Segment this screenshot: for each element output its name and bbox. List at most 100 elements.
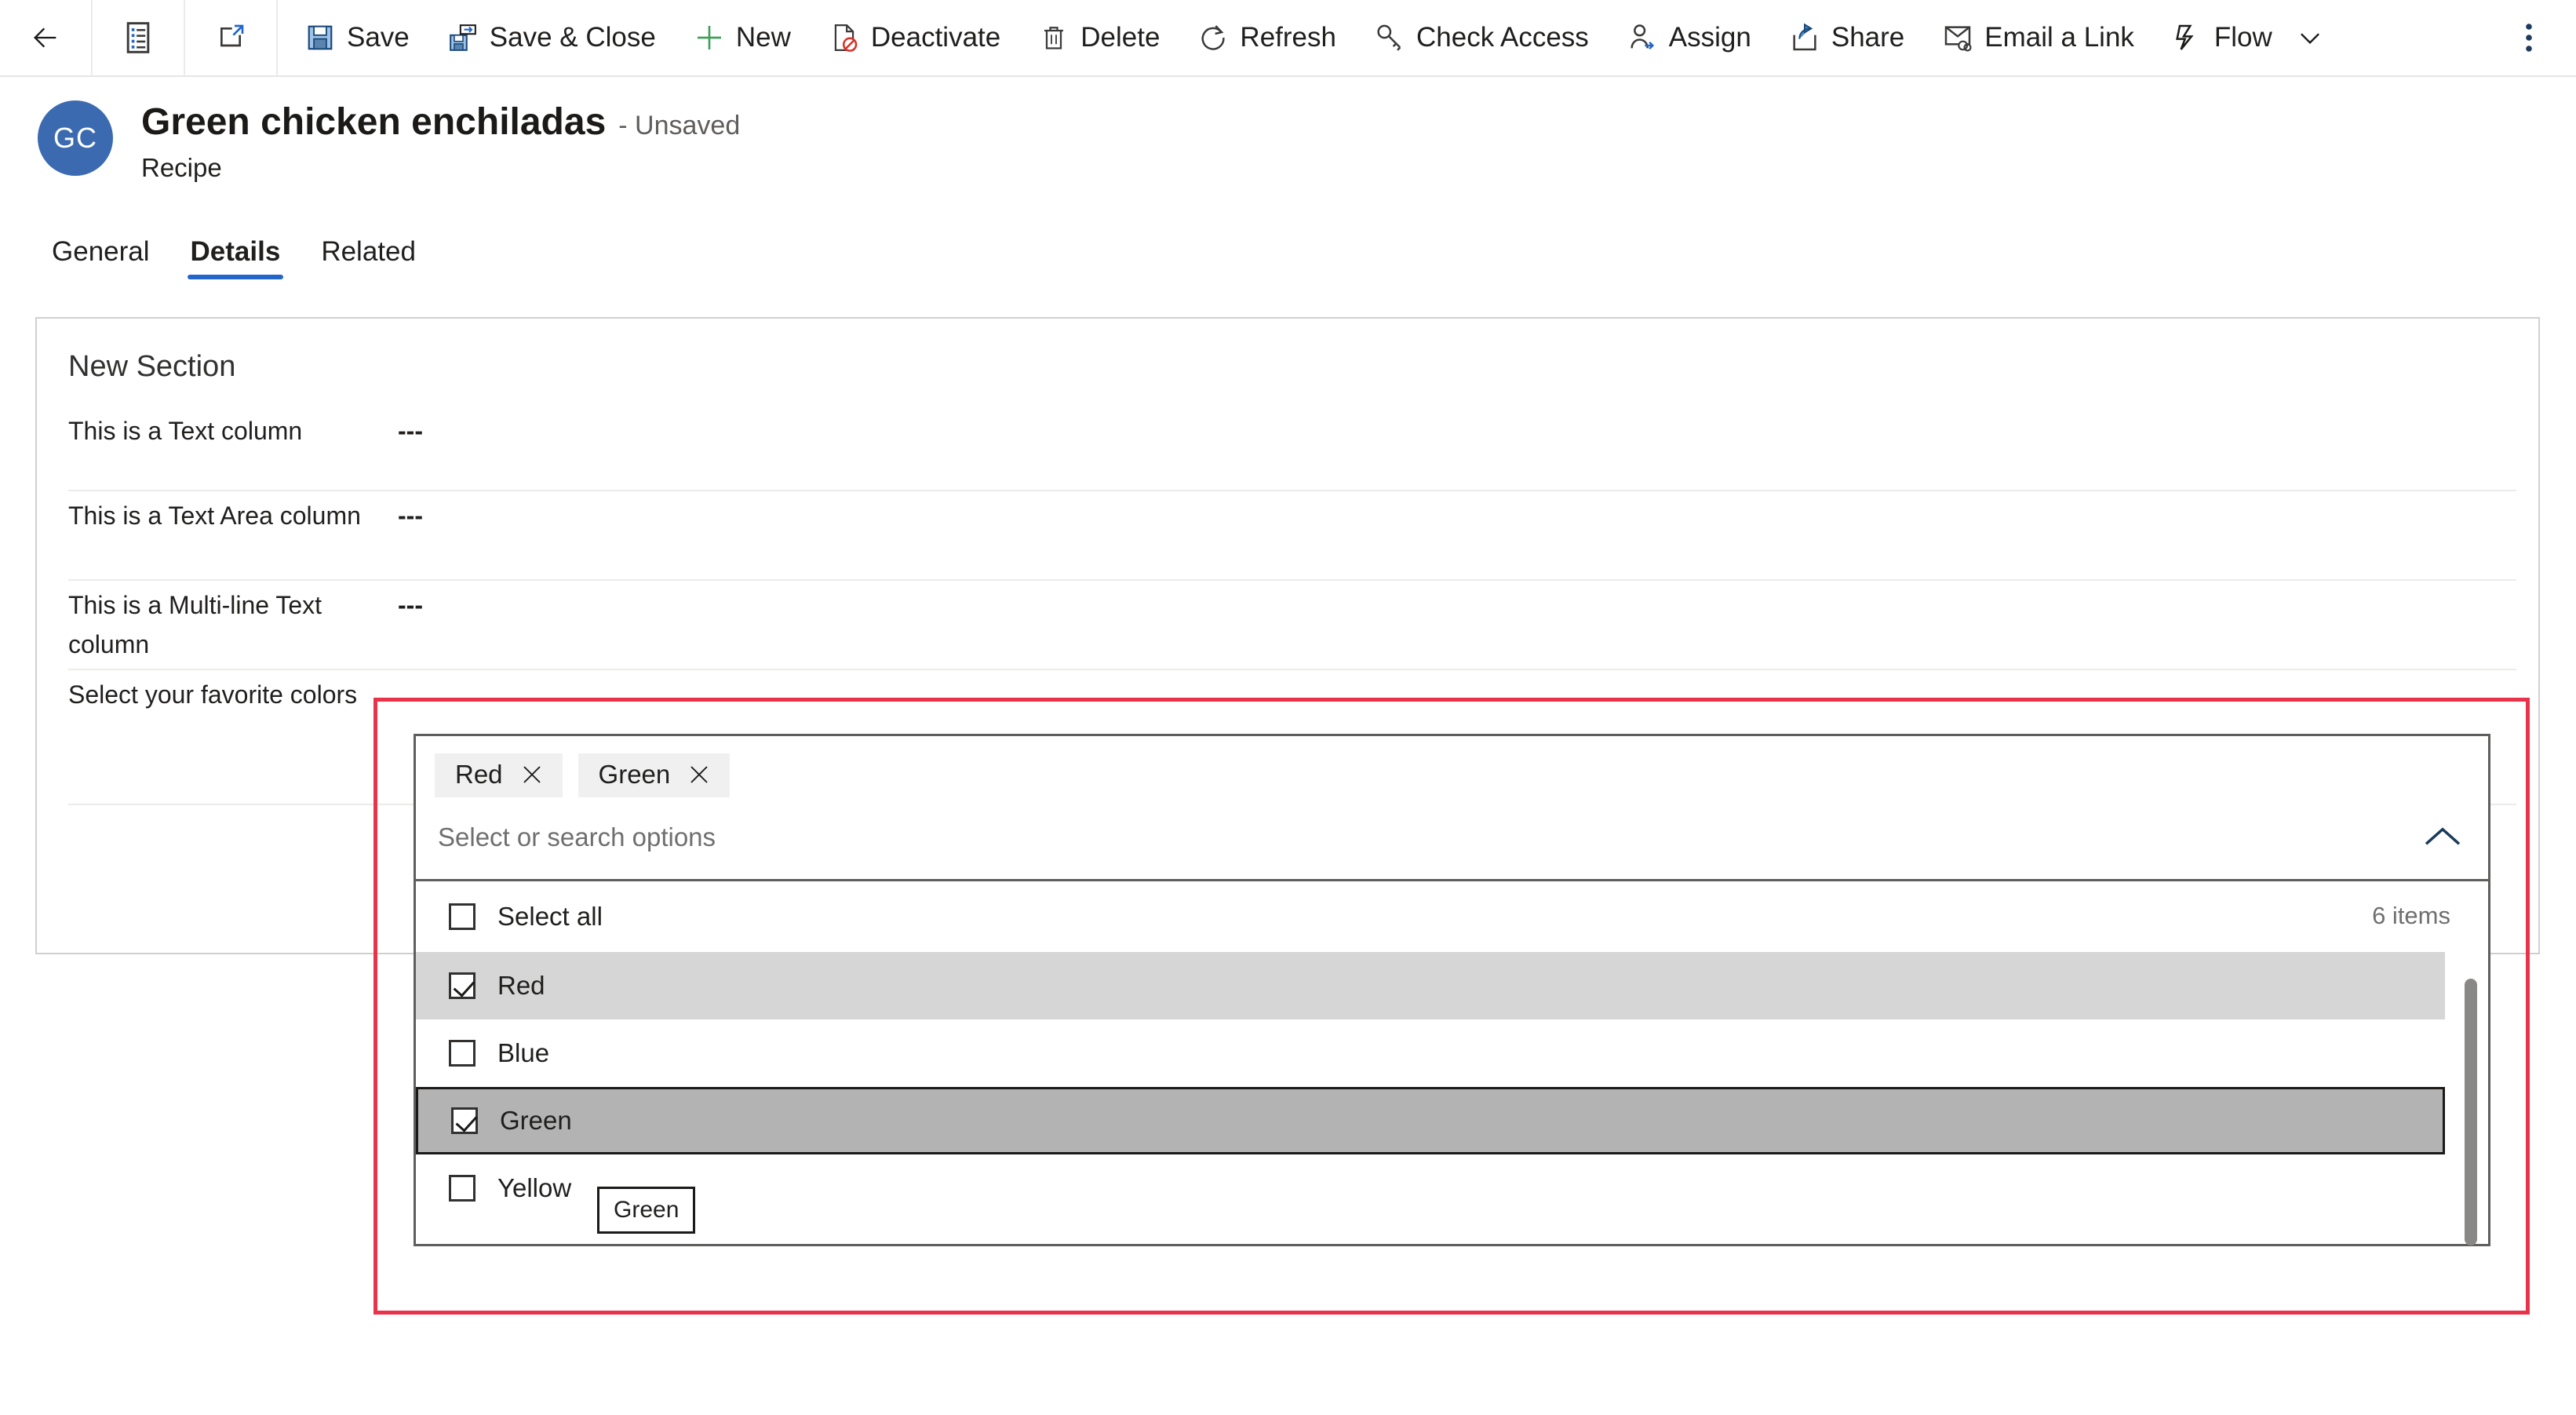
options-scrollbar-thumb[interactable] bbox=[2465, 979, 2477, 1245]
option-yellow[interactable]: Yellow bbox=[416, 1154, 2445, 1222]
checkbox-checked-icon[interactable] bbox=[449, 972, 475, 999]
back-group bbox=[0, 0, 93, 76]
selected-chips: Red Green bbox=[435, 753, 2469, 797]
refresh-icon bbox=[1197, 22, 1229, 53]
deactivate-icon bbox=[829, 22, 860, 53]
entity-name: Recipe bbox=[141, 153, 222, 182]
email-a-link-button[interactable]: Email a Link bbox=[1923, 0, 2153, 76]
refresh-button[interactable]: Refresh bbox=[1179, 0, 1355, 76]
assign-button[interactable]: Assign bbox=[1608, 0, 1770, 76]
chip-red-label: Red bbox=[455, 760, 503, 789]
field-label: This is a Text column bbox=[68, 417, 303, 445]
chip-red[interactable]: Red bbox=[435, 753, 563, 797]
close-icon[interactable] bbox=[687, 763, 711, 786]
chip-green-label: Green bbox=[598, 760, 671, 789]
option-select-all-label: Select all bbox=[497, 902, 603, 931]
field-value[interactable]: --- bbox=[398, 407, 423, 450]
search-input[interactable]: Select or search options bbox=[435, 797, 2469, 879]
plus-icon bbox=[694, 22, 725, 53]
section-title: New Section bbox=[68, 350, 236, 383]
close-icon[interactable] bbox=[520, 763, 544, 786]
option-row-red: Red bbox=[416, 952, 2445, 1019]
field-value[interactable]: --- bbox=[398, 581, 423, 625]
field-row: This is a Text column --- bbox=[68, 407, 2516, 491]
page-title: Green chicken enchiladas bbox=[141, 101, 607, 143]
field-label: Select your favorite colors bbox=[68, 680, 358, 709]
field-value[interactable]: --- bbox=[398, 491, 423, 535]
field-row: This is a Text Area column --- bbox=[68, 491, 2516, 581]
field-row: This is a Multi-line Text column --- bbox=[68, 581, 2516, 670]
save-label: Save bbox=[347, 22, 410, 53]
check-access-label: Check Access bbox=[1416, 22, 1589, 53]
record-header-text: Green chicken enchiladas - Unsaved Recip… bbox=[141, 100, 740, 183]
back-arrow-icon bbox=[30, 22, 61, 53]
delete-label: Delete bbox=[1080, 22, 1160, 53]
tab-details[interactable]: Details bbox=[170, 220, 301, 284]
option-red-label: Red bbox=[497, 971, 545, 1000]
multiselect-colors-control: Red Green Select or search options Selec… bbox=[414, 734, 2490, 1246]
delete-button[interactable]: Delete bbox=[1019, 0, 1179, 76]
new-button[interactable]: New bbox=[675, 0, 810, 76]
trash-icon bbox=[1038, 22, 1069, 53]
email-link-icon bbox=[1942, 22, 1973, 53]
save-and-close-label: Save & Close bbox=[489, 22, 656, 53]
assign-person-icon bbox=[1627, 22, 1658, 53]
option-yellow-label: Yellow bbox=[497, 1173, 572, 1202]
avatar-initials: GC bbox=[53, 122, 97, 154]
checkbox-icon[interactable] bbox=[449, 903, 475, 930]
popout-icon bbox=[215, 22, 246, 53]
option-row-green: Green bbox=[416, 1087, 2445, 1154]
more-commands-button[interactable] bbox=[2493, 0, 2576, 76]
avatar: GC bbox=[38, 100, 113, 176]
option-row-yellow: Yellow bbox=[416, 1154, 2445, 1222]
check-access-button[interactable]: Check Access bbox=[1355, 0, 1608, 76]
form-selector-icon bbox=[122, 22, 154, 53]
tooltip: Green bbox=[597, 1187, 696, 1234]
save-and-close-icon bbox=[447, 22, 479, 53]
share-icon bbox=[1789, 22, 1820, 53]
multiselect-input-area[interactable]: Red Green Select or search options bbox=[416, 736, 2488, 879]
save-button[interactable]: Save bbox=[286, 0, 428, 76]
tab-related[interactable]: Related bbox=[301, 220, 436, 284]
checkbox-icon[interactable] bbox=[449, 1040, 475, 1067]
tab-general-label: General bbox=[52, 236, 150, 267]
option-red[interactable]: Red bbox=[416, 952, 2445, 1019]
checkbox-icon[interactable] bbox=[449, 1175, 475, 1202]
popout-group bbox=[185, 0, 278, 76]
option-green-label: Green bbox=[500, 1106, 572, 1135]
share-label: Share bbox=[1831, 22, 1905, 53]
item-count-label: 6 items bbox=[2372, 902, 2450, 929]
option-select-all[interactable]: Select all bbox=[416, 881, 2488, 952]
key-icon bbox=[1374, 22, 1405, 53]
flow-label: Flow bbox=[2213, 22, 2272, 53]
save-and-close-button[interactable]: Save & Close bbox=[428, 0, 675, 76]
flow-dropdown-button[interactable] bbox=[2280, 0, 2340, 76]
option-green[interactable]: Green bbox=[416, 1087, 2445, 1154]
flow-button[interactable]: Flow bbox=[2153, 0, 2280, 76]
option-row-blue: Blue bbox=[416, 1019, 2445, 1087]
email-a-link-label: Email a Link bbox=[1984, 22, 2134, 53]
chevron-up-icon[interactable] bbox=[2421, 815, 2465, 859]
record-header: GC Green chicken enchiladas - Unsaved Re… bbox=[0, 78, 2576, 183]
chevron-down-icon bbox=[2294, 22, 2326, 53]
unsaved-status: - Unsaved bbox=[618, 111, 741, 140]
command-bar: Save Save & Close New Deactivate Delete … bbox=[0, 0, 2576, 77]
form-selector-button[interactable] bbox=[110, 0, 166, 76]
new-label: New bbox=[735, 22, 791, 53]
share-button[interactable]: Share bbox=[1770, 0, 1923, 76]
checkbox-checked-icon[interactable] bbox=[451, 1107, 478, 1134]
option-blue-label: Blue bbox=[497, 1038, 550, 1067]
option-blue[interactable]: Blue bbox=[416, 1019, 2445, 1087]
multiselect-options-list: Select all 6 items Red Blue Green Yellow bbox=[416, 881, 2488, 1245]
tab-general[interactable]: General bbox=[31, 220, 170, 284]
form-tabs: General Details Related bbox=[0, 220, 2576, 284]
chip-green[interactable]: Green bbox=[578, 753, 731, 797]
open-in-new-window-button[interactable] bbox=[202, 0, 259, 76]
tab-related-label: Related bbox=[321, 236, 416, 267]
deactivate-label: Deactivate bbox=[870, 22, 1001, 53]
deactivate-button[interactable]: Deactivate bbox=[810, 0, 1019, 76]
flow-icon bbox=[2172, 22, 2203, 53]
tab-details-label: Details bbox=[190, 236, 281, 267]
back-button[interactable] bbox=[17, 0, 74, 76]
command-actions: Save Save & Close New Deactivate Delete … bbox=[278, 0, 2357, 76]
